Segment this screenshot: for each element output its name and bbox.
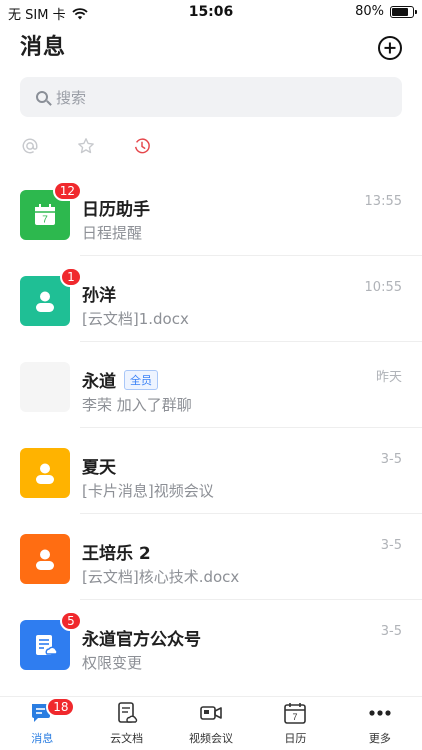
unread-badge: 5 bbox=[60, 611, 82, 631]
plus-circle-icon[interactable] bbox=[378, 36, 402, 60]
tab-docs[interactable]: 云文档 bbox=[84, 697, 168, 750]
avatar: 5 bbox=[20, 611, 82, 670]
tab-label: 日历 bbox=[284, 732, 307, 745]
filter-mentions[interactable] bbox=[20, 136, 40, 156]
conversation-preview: [卡片消息]视频会议 bbox=[82, 482, 214, 500]
conversation-time: 13:55 bbox=[364, 194, 402, 209]
calendar-icon: 7 bbox=[35, 204, 55, 226]
tab-label: 云文档 bbox=[110, 732, 144, 745]
conversation-time: 3-5 bbox=[380, 624, 402, 639]
calendar-icon: 7 bbox=[284, 703, 307, 724]
more-icon bbox=[369, 710, 391, 716]
video-icon bbox=[200, 706, 222, 720]
all-members-tag: 全员 bbox=[124, 369, 158, 390]
tab-more[interactable]: 更多 bbox=[338, 697, 422, 750]
conversation-row[interactable]: 王培乐 2 [云文档]核心技术.docx 3-5 bbox=[0, 514, 422, 600]
filter-starred[interactable] bbox=[76, 136, 96, 156]
recent-icon bbox=[134, 138, 150, 154]
header: 消息 bbox=[20, 32, 402, 64]
name-line: 孙洋 bbox=[82, 281, 116, 306]
filter-bar bbox=[20, 134, 152, 158]
conversation-row[interactable]: 永道 全员 李荣 加入了群聊 昨天 bbox=[0, 342, 422, 428]
conversation-row[interactable]: 1 孙洋 [云文档]1.docx 10:55 bbox=[0, 256, 422, 342]
person-icon bbox=[36, 463, 54, 484]
name-line: 王培乐 2 bbox=[82, 539, 151, 564]
conversation-preview: [云文档]核心技术.docx bbox=[82, 568, 240, 586]
svg-text:7: 7 bbox=[293, 712, 298, 722]
name-line: 夏天 bbox=[82, 453, 116, 478]
official-account-icon bbox=[36, 635, 58, 655]
search-placeholder: 搜索 bbox=[56, 88, 87, 107]
conversation-preview: 权限变更 bbox=[82, 654, 143, 672]
conversation-preview: [云文档]1.docx bbox=[82, 310, 189, 328]
name-line: 日历助手 bbox=[82, 195, 150, 220]
conversation-list: 7 12 日历助手 日程提醒 13:55 1 孙洋 [云文档]1.docx 10… bbox=[0, 170, 422, 686]
tab-label: 消息 bbox=[31, 732, 54, 745]
person-icon bbox=[36, 549, 54, 570]
avatar bbox=[20, 448, 70, 498]
tab-messages[interactable]: 18 消息 bbox=[0, 697, 84, 750]
document-icon bbox=[117, 702, 137, 723]
search-input[interactable]: 搜索 bbox=[20, 77, 402, 117]
conversation-name: 孙洋 bbox=[82, 286, 116, 306]
avatar: 7 12 bbox=[20, 181, 82, 240]
battery-fill bbox=[392, 7, 408, 16]
conversation-time: 昨天 bbox=[375, 370, 402, 385]
conversation-preview: 李荣 加入了群聊 bbox=[82, 396, 192, 414]
name-line: 永道 全员 bbox=[82, 367, 158, 392]
battery-icon bbox=[390, 5, 417, 18]
conversation-time: 3-5 bbox=[380, 538, 402, 553]
avatar bbox=[20, 534, 70, 584]
star-icon bbox=[78, 138, 94, 154]
tab-calendar[interactable]: 7 日历 bbox=[253, 697, 337, 750]
conversation-name: 王培乐 2 bbox=[82, 544, 151, 564]
tab-label: 视频会议 bbox=[189, 732, 234, 745]
page-title: 消息 bbox=[20, 35, 67, 60]
tab-badge: 18 bbox=[46, 697, 76, 717]
svg-text:7: 7 bbox=[42, 215, 48, 226]
conversation-row[interactable]: 5 永道官方公众号 权限变更 3-5 bbox=[0, 600, 422, 686]
conversation-row[interactable]: 7 12 日历助手 日程提醒 13:55 bbox=[0, 170, 422, 256]
person-icon bbox=[36, 291, 54, 312]
group-grid-icon bbox=[20, 362, 70, 412]
battery-percent: 80% bbox=[355, 4, 384, 19]
status-bar: 无 SIM 卡 15:06 80% bbox=[0, 0, 422, 24]
conversation-preview: 日程提醒 bbox=[82, 224, 143, 242]
search-icon bbox=[36, 91, 48, 103]
name-line: 永道官方公众号 bbox=[82, 625, 201, 650]
conversation-row[interactable]: 夏天 [卡片消息]视频会议 3-5 bbox=[0, 428, 422, 514]
conversation-name: 夏天 bbox=[82, 458, 116, 478]
conversation-name: 永道 bbox=[82, 372, 116, 392]
conversation-name: 永道官方公众号 bbox=[82, 630, 201, 650]
filter-recent[interactable] bbox=[132, 136, 152, 156]
conversation-time: 3-5 bbox=[380, 452, 402, 467]
unread-badge: 12 bbox=[52, 181, 82, 201]
conversation-name: 日历助手 bbox=[82, 200, 150, 220]
tab-video-meeting[interactable]: 视频会议 bbox=[169, 697, 253, 750]
avatar: 1 bbox=[20, 267, 82, 326]
conversation-time: 10:55 bbox=[364, 280, 402, 295]
tab-label: 更多 bbox=[368, 732, 391, 745]
at-icon bbox=[22, 138, 38, 154]
tab-bar: 18 消息 云文档 视频会议 7 日历 更多 bbox=[0, 696, 422, 750]
unread-badge: 1 bbox=[60, 267, 82, 287]
battery-group: 80% bbox=[355, 4, 417, 19]
